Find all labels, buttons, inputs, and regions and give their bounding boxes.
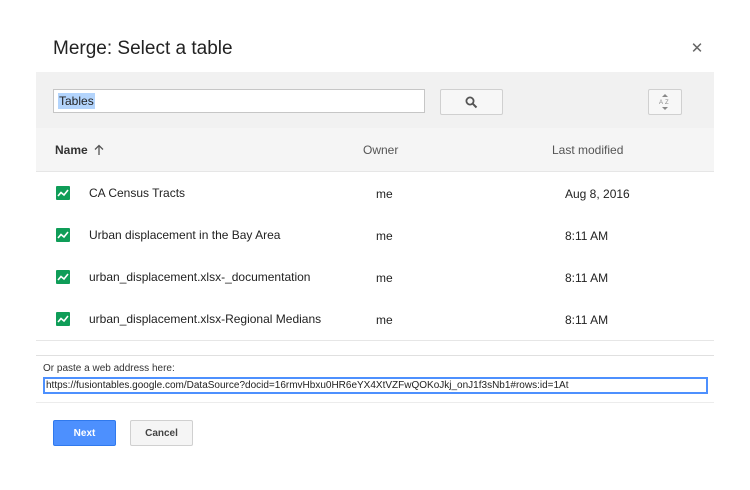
row-owner: me: [376, 187, 393, 201]
table-row[interactable]: CA Census Tracts me Aug 8, 2016: [36, 172, 714, 215]
row-last-modified: 8:11 AM: [565, 271, 609, 285]
divider: [36, 402, 714, 403]
sort-az-button[interactable]: A Z: [648, 89, 682, 115]
row-name: CA Census Tracts: [89, 186, 186, 200]
column-header-owner[interactable]: Owner: [363, 143, 398, 157]
url-input[interactable]: https://fusiontables.google.com/DataSour…: [43, 377, 708, 394]
dialog-title: Merge: Select a table: [53, 38, 233, 59]
list-header: Name Owner Last modified: [36, 128, 714, 172]
table-chart-icon: [56, 228, 70, 242]
table-chart-icon: [56, 312, 70, 326]
table-chart-icon: [56, 270, 70, 284]
divider: [36, 355, 714, 356]
table-list: Name Owner Last modified CA Census Tract…: [36, 128, 714, 355]
search-input-value: Tables: [58, 93, 95, 109]
search-input[interactable]: Tables: [53, 89, 425, 113]
next-button[interactable]: Next: [53, 420, 116, 446]
column-header-name-label: Name: [55, 143, 88, 157]
row-name: urban_displacement.xlsx-Regional Medians: [89, 312, 322, 326]
close-icon[interactable]: ✕: [688, 40, 706, 58]
column-header-name[interactable]: Name: [55, 143, 104, 157]
table-chart-icon: [56, 186, 70, 200]
table-row[interactable]: urban_displacement.xlsx-Regional Medians…: [36, 298, 714, 341]
table-row[interactable]: Urban displacement in the Bay Area me 8:…: [36, 214, 714, 257]
column-header-last-modified[interactable]: Last modified: [552, 143, 623, 157]
search-toolbar: Tables A Z: [36, 72, 714, 128]
row-last-modified: 8:11 AM: [565, 313, 609, 327]
row-last-modified: Aug 8, 2016: [565, 187, 630, 201]
merge-dialog: Merge: Select a table ✕ Tables A Z Name: [0, 0, 750, 490]
arrow-up-icon: [94, 144, 104, 155]
paste-url-label: Or paste a web address here:: [43, 363, 175, 374]
row-owner: me: [376, 313, 393, 327]
row-last-modified: 8:11 AM: [565, 229, 609, 243]
row-owner: me: [376, 229, 393, 243]
svg-text:A: A: [659, 100, 663, 106]
sort-az-icon: A Z: [659, 94, 669, 110]
row-name: Urban displacement in the Bay Area: [89, 228, 281, 242]
row-owner: me: [376, 271, 393, 285]
search-button[interactable]: [440, 89, 503, 115]
search-icon: [465, 96, 478, 108]
row-name: urban_displacement.xlsx-_documentation: [89, 270, 311, 284]
svg-text:Z: Z: [665, 100, 669, 106]
cancel-button[interactable]: Cancel: [130, 420, 193, 446]
table-row[interactable]: urban_displacement.xlsx-_documentation m…: [36, 256, 714, 299]
